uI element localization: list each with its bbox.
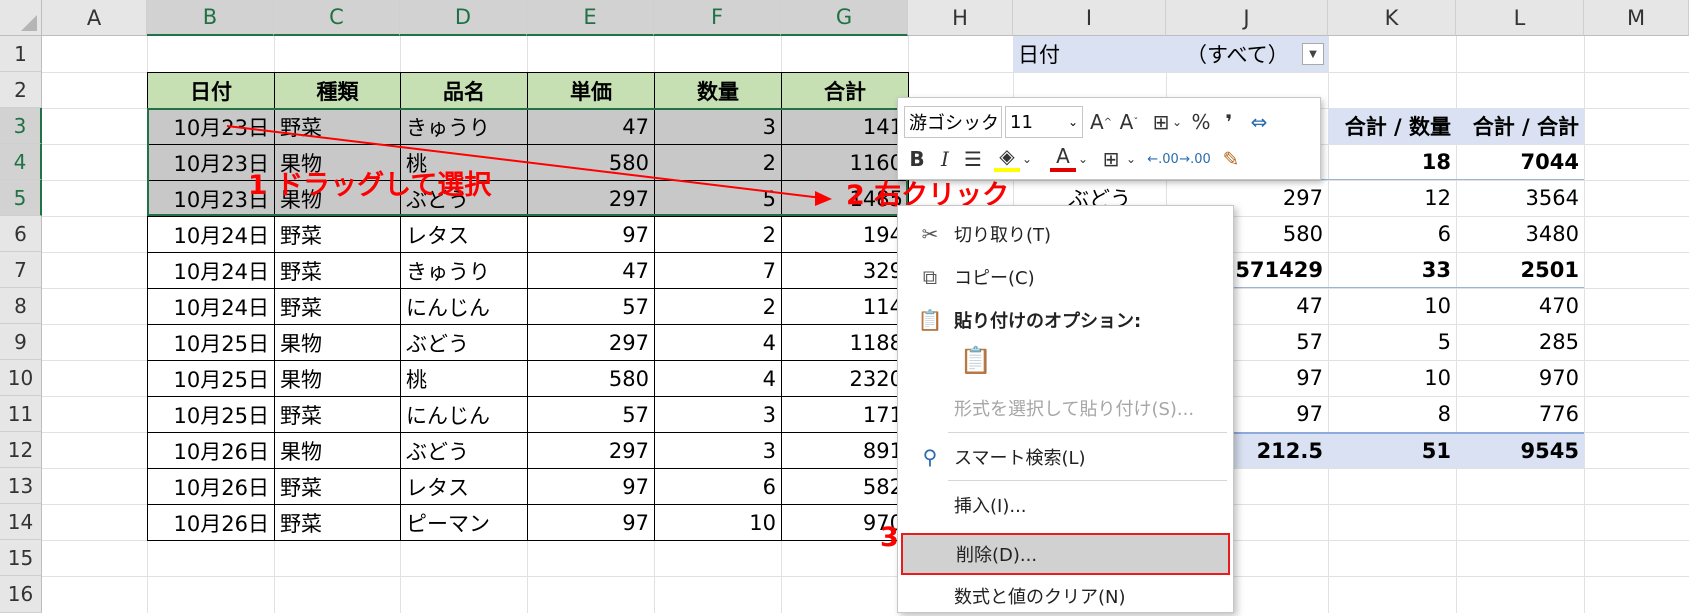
menu-item-paste-special: 形式を選択して貼り付け(S)... xyxy=(898,388,1233,428)
font-size-select[interactable]: 11 ⌄ xyxy=(1005,106,1083,138)
menu-label-smart-lookup: スマート検索(L) xyxy=(954,448,1086,469)
chevron-down-icon: ⌄ xyxy=(1067,115,1078,129)
percent-icon[interactable]: % xyxy=(1188,107,1214,137)
italic-icon[interactable]: I xyxy=(932,144,958,174)
menu-separator xyxy=(948,480,1227,481)
mini-toolbar: 游ゴシック ⌄ 11 ⌄ A ^ Aˇ ⊞ ⌄ % ❜ ⇔ B I ☰ ◈ ⌄ A… xyxy=(897,97,1321,180)
menu-label-paste-options: 貼り付けのオプション: xyxy=(954,311,1142,332)
align-center-icon[interactable]: ☰ xyxy=(960,144,986,174)
increase-font-icon[interactable]: A ^ xyxy=(1088,107,1114,137)
search-icon: ⚲ xyxy=(922,445,938,469)
format-painter-icon[interactable]: ✎ xyxy=(1218,144,1244,174)
clipboard-icon: 📋 xyxy=(917,308,943,332)
menu-item-paste-options: 📋 貼り付けのオプション: xyxy=(898,300,1233,340)
font-name-select[interactable]: 游ゴシック ⌄ xyxy=(904,106,1002,138)
decrease-font-icon[interactable]: Aˇ xyxy=(1116,107,1142,137)
clipboard-icon: 📋 xyxy=(959,346,993,376)
menu-item-copy[interactable]: ⧉ コピー(C) xyxy=(898,257,1233,297)
annotation-arrow xyxy=(226,125,832,206)
bold-icon[interactable]: B xyxy=(904,144,930,174)
menu-item-delete[interactable]: 削除(D)... xyxy=(901,533,1230,575)
chevron-down-icon[interactable]: ⌄ xyxy=(1020,144,1034,174)
menu-label-clear: 数式と値のクリア(N) xyxy=(954,587,1126,608)
wrap-text-icon[interactable]: ⇔ xyxy=(1246,107,1272,137)
decrease-decimal-icon[interactable]: ← .00 xyxy=(1147,144,1179,174)
font-size-value: 11 xyxy=(1010,111,1033,133)
menu-separator xyxy=(948,432,1227,433)
paste-option-button[interactable]: 📋 xyxy=(956,341,996,381)
menu-label-paste-special: 形式を選択して貼り付け(S)... xyxy=(954,399,1195,420)
fill-color-icon[interactable]: ◈ xyxy=(994,144,1020,172)
chevron-down-icon[interactable]: ⌄ xyxy=(1170,107,1184,137)
copy-icon: ⧉ xyxy=(922,265,938,289)
font-color-icon[interactable]: A xyxy=(1050,144,1076,172)
menu-label-copy: コピー(C) xyxy=(954,268,1035,289)
context-menu: ✂ 切り取り(T) ⧉ コピー(C) 📋 貼り付けのオプション: 📋 形式を選択… xyxy=(897,205,1234,613)
menu-item-smart-lookup[interactable]: ⚲ スマート検索(L) xyxy=(898,437,1233,477)
comma-style-icon[interactable]: ❜ xyxy=(1216,107,1242,137)
font-name-value: 游ゴシック xyxy=(909,113,999,134)
chevron-down-icon[interactable]: ⌄ xyxy=(1124,144,1138,174)
menu-label-cut: 切り取り(T) xyxy=(954,225,1052,246)
annotation-step1: 1 ドラッグして選択 xyxy=(248,170,492,201)
annotation-step3: 3 xyxy=(880,522,899,553)
scissors-icon: ✂ xyxy=(921,222,939,246)
menu-item-clear[interactable]: 数式と値のクリア(N) xyxy=(898,576,1233,616)
borders-icon[interactable]: ⊞ xyxy=(1098,144,1124,174)
chevron-down-icon[interactable]: ⌄ xyxy=(1076,144,1090,174)
menu-label-insert: 挿入(I)... xyxy=(954,496,1027,517)
menu-item-insert[interactable]: 挿入(I)... xyxy=(898,485,1233,525)
increase-decimal-icon[interactable]: → .00 xyxy=(1179,144,1211,174)
menu-item-cut[interactable]: ✂ 切り取り(T) xyxy=(898,214,1233,254)
chevron-down-icon: ⌄ xyxy=(986,115,997,129)
menu-label-delete: 削除(D)... xyxy=(956,545,1038,566)
